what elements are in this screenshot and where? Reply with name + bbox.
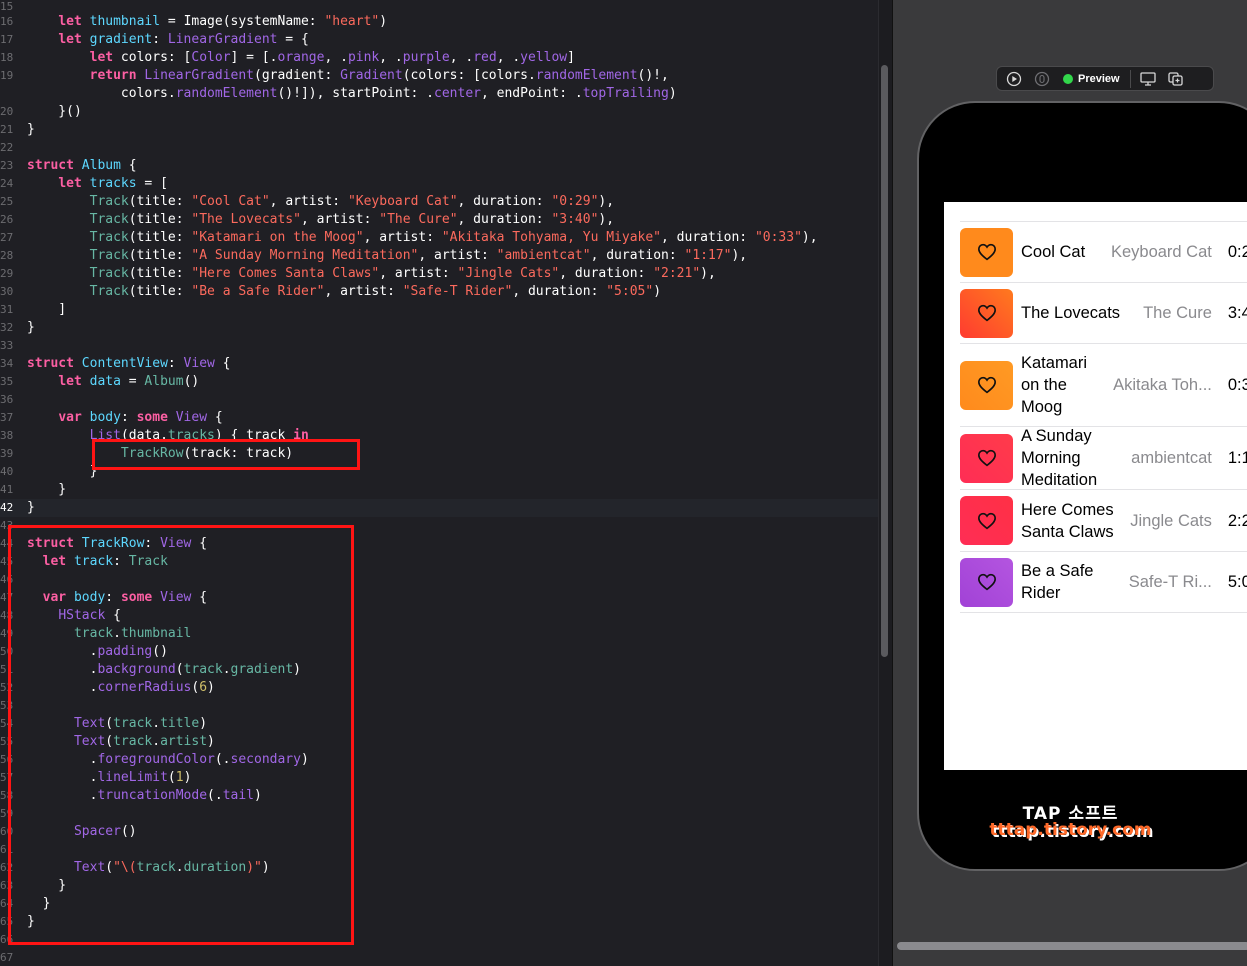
heart-icon	[977, 512, 996, 529]
heart-icon	[977, 573, 996, 591]
code-line: 22	[0, 141, 13, 154]
preview-mode-button[interactable]: Preview	[1059, 69, 1131, 88]
watermark-url: tttap.tistory.com	[989, 820, 1152, 840]
code-line: 26 Track(title: "The Lovecats", artist: …	[0, 212, 615, 227]
canvas-horizontal-scrollbar[interactable]	[897, 942, 1247, 950]
track-title: Katamari on the Moog	[1021, 354, 1088, 416]
play-circle-icon[interactable]	[1003, 68, 1025, 90]
preview-canvas: Preview Cool Cat Keyboard Cat 0:29 The Love…	[892, 0, 1247, 966]
device-settings-icon[interactable]	[1137, 68, 1159, 90]
code-line: 28 Track(title: "A Sunday Morning Medita…	[0, 248, 748, 263]
track-thumbnail	[960, 288, 1013, 338]
track-artist: Jingle Cats	[1130, 511, 1212, 530]
trackrow-call-highlight	[92, 439, 360, 470]
track-thumbnail	[960, 360, 1013, 410]
heart-icon	[977, 304, 996, 322]
duplicate-icon[interactable]	[1165, 68, 1187, 90]
track-row[interactable]: A Sunday Morning Meditation ambientcat 1:1…	[960, 427, 1247, 490]
track-title: The Lovecats	[1021, 304, 1121, 322]
track-duration: 2:21	[1227, 511, 1247, 530]
track-thumbnail	[960, 496, 1013, 545]
track-row[interactable]: The Lovecats The Cure 3:40	[960, 283, 1247, 344]
code-line: 19 return LinearGradient(gradient: Gradi…	[0, 68, 669, 83]
code-line: 35 let data = Album()	[0, 374, 200, 389]
track-duration: 1:17	[1227, 449, 1247, 467]
trackrow-struct-highlight	[8, 525, 354, 945]
preview-toolbar: Preview	[996, 66, 1214, 91]
code-line: colors.randomElement()!]), startPoint: .…	[27, 86, 677, 101]
track-title: Be a Safe Rider	[1021, 562, 1094, 602]
track-duration: 5:05	[1227, 573, 1247, 591]
track-artist: The Cure	[1143, 304, 1212, 322]
code-line-current: 42}	[0, 499, 878, 517]
track-artist: Akitaka Toh...	[1113, 376, 1212, 394]
code-line: 36	[0, 393, 13, 406]
editor-scrollbar-thumb[interactable]	[881, 65, 888, 657]
track-row[interactable]: Here Comes Santa Claws Jingle Cats 2:21	[960, 490, 1247, 552]
code-editor[interactable]: 15 16 let thumbnail = Image(systemName: …	[0, 0, 878, 966]
code-line: 34 struct ContentView: View {	[0, 356, 231, 371]
code-line: 32}	[0, 320, 35, 335]
track-title: Cool Cat	[1021, 243, 1086, 261]
code-line: 67	[0, 951, 13, 964]
code-line: 30 Track(title: "Be a Safe Rider", artis…	[0, 284, 662, 299]
selectable-icon[interactable]	[1031, 68, 1053, 90]
track-row[interactable]: Katamari on the Moog Akitaka Toh... 0:33	[960, 344, 1247, 427]
track-title: A Sunday Morning Meditation	[1021, 427, 1098, 489]
track-artist: ambientcat	[1131, 449, 1212, 467]
code-line: 31 ]	[0, 302, 67, 317]
track-thumbnail	[960, 433, 1013, 483]
track-row[interactable]: Be a Safe Rider Safe-T Ri... 5:05	[960, 552, 1247, 613]
code-line: 17 let gradient: LinearGradient = {	[0, 32, 309, 47]
code-line: 29 Track(title: "Here Comes Santa Claws"…	[0, 266, 716, 281]
code-line: 23 struct Album {	[0, 158, 137, 173]
code-line: 21}	[0, 122, 35, 137]
code-line: 20 }()	[0, 104, 82, 119]
track-artist: Keyboard Cat	[1110, 243, 1212, 261]
simulator-screen: Cool CatKeyboard Cat0:29The LovecatsThe …	[944, 202, 1247, 770]
canvas-bottom-bar	[893, 952, 1247, 966]
track-artist: Safe-T Ri...	[1128, 573, 1212, 591]
heart-icon	[977, 449, 996, 467]
heart-icon	[977, 243, 996, 261]
code-line: 33	[0, 339, 13, 352]
code-line: 16 let thumbnail = Image(systemName: "he…	[0, 14, 388, 29]
code-line: 18 let colors: [Color] = [.orange, .pink…	[0, 50, 575, 65]
code-line: 37 var body: some View {	[0, 410, 223, 425]
preview-label: Preview	[1078, 72, 1120, 85]
code-line: 24 let tracks = [	[0, 176, 168, 191]
track-thumbnail	[960, 557, 1013, 607]
track-row[interactable]: Cool Cat Keyboard Cat 0:29	[960, 222, 1247, 283]
live-status-icon	[1063, 73, 1073, 84]
code-line: 27 Track(title: "Katamari on the Moog", …	[0, 230, 818, 245]
track-thumbnail	[960, 227, 1013, 277]
track-duration: 3:40	[1227, 304, 1247, 322]
track-duration: 0:29	[1227, 243, 1247, 261]
track-duration: 0:33	[1227, 376, 1247, 394]
code-line: 25 Track(title: "Cool Cat", artist: "Key…	[0, 194, 615, 209]
heart-icon	[977, 376, 996, 394]
track-title: Here Comes Santa Claws	[1021, 500, 1114, 541]
code-line: 41 }	[0, 482, 67, 497]
